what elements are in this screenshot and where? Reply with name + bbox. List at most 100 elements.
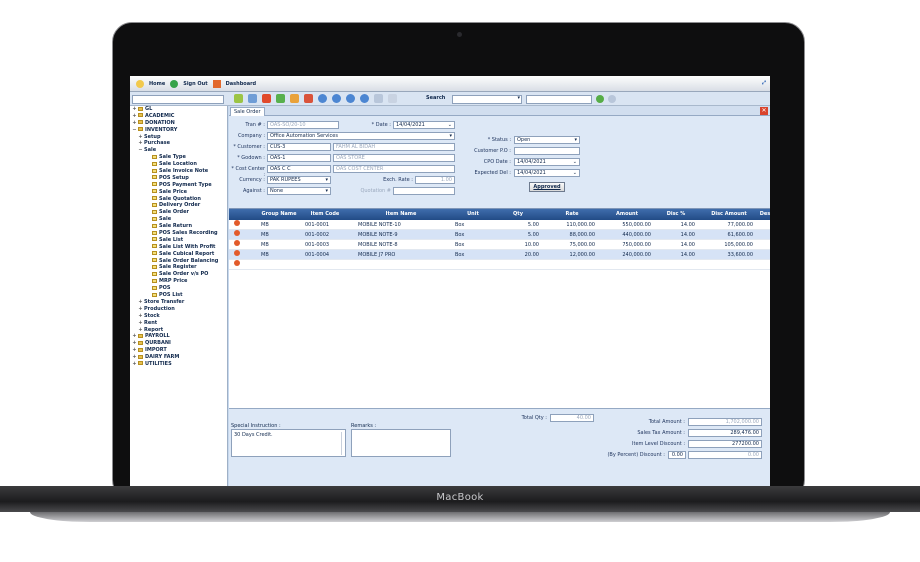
- sidebar-item[interactable]: POS: [130, 285, 227, 292]
- date-field[interactable]: 14/04/2021 ⌄: [393, 121, 455, 129]
- table-row[interactable]: MB 001-0001 MOBILE NOTE-10 Box 5.00 110,000.0…: [229, 220, 770, 230]
- sign-out-link[interactable]: Sign Out: [183, 81, 207, 87]
- dashboard-link[interactable]: Dashboard: [226, 81, 257, 87]
- column-header[interactable]: Disc Amount: [705, 209, 753, 220]
- currency-select[interactable]: PAK RUPEES ▾: [267, 176, 331, 184]
- table-cell[interactable]: 14.00: [657, 250, 695, 260]
- table-cell[interactable]: MB: [259, 220, 299, 230]
- table-cell[interactable]: MB: [259, 230, 299, 240]
- table-cell[interactable]: 001-0001: [303, 220, 347, 230]
- table-cell[interactable]: 110,000.00: [549, 220, 595, 230]
- sidebar-item[interactable]: + UTILITIES: [130, 361, 227, 368]
- table-cell[interactable]: MOBILE NOTE-10: [356, 220, 446, 230]
- table-cell[interactable]: MOBILE NOTE-8: [356, 240, 446, 250]
- textarea-scrollbar[interactable]: [341, 432, 344, 456]
- against-select[interactable]: None ▾: [267, 187, 331, 195]
- table-cell[interactable]: MB: [259, 250, 299, 260]
- column-header[interactable]: Des: [755, 209, 770, 220]
- table-row[interactable]: MB 001-0004 MOBILE J7 PRO Box 20.00 12,000.00…: [229, 250, 770, 260]
- expand-toggle-icon[interactable]: +: [132, 354, 137, 361]
- company-select[interactable]: Office Automation Services ▾: [267, 132, 455, 140]
- table-cell[interactable]: 001-0003: [303, 240, 347, 250]
- table-cell[interactable]: Box: [453, 240, 493, 250]
- special-instruction-field[interactable]: 30 Days Credit.: [231, 429, 346, 457]
- table-cell[interactable]: 550,000.00: [603, 220, 651, 230]
- sidebar-item[interactable]: + DONATION: [130, 120, 227, 127]
- expand-toggle-icon[interactable]: −: [138, 147, 143, 154]
- column-header[interactable]: Item Code: [303, 209, 347, 220]
- home-icon[interactable]: [136, 79, 144, 88]
- table-cell[interactable]: 14.00: [657, 240, 695, 250]
- table-cell[interactable]: 5.00: [497, 230, 539, 240]
- column-header[interactable]: Item Name: [356, 209, 446, 220]
- sidebar-item[interactable]: +Production: [130, 306, 227, 313]
- close-icon[interactable]: ✕: [760, 107, 768, 115]
- print-icon[interactable]: [248, 94, 257, 103]
- column-header[interactable]: Rate: [549, 209, 595, 220]
- sidebar-item[interactable]: +Report: [130, 327, 227, 334]
- expand-toggle-icon[interactable]: +: [138, 140, 143, 147]
- table-cell[interactable]: MB: [259, 240, 299, 250]
- table-cell[interactable]: 105,000.00: [705, 240, 753, 250]
- table-cell[interactable]: 5.00: [497, 220, 539, 230]
- expand-toggle-icon[interactable]: +: [132, 120, 137, 127]
- sidebar-item[interactable]: Sale Order v/s PO: [130, 271, 227, 278]
- godown-code-field[interactable]: OAS-1: [267, 154, 331, 162]
- sidebar-item[interactable]: Delivery Order: [130, 202, 227, 209]
- sidebar-item[interactable]: +Setup: [130, 134, 227, 141]
- table-cell[interactable]: 240,000.00: [603, 250, 651, 260]
- sidebar-item[interactable]: MRP Price: [130, 278, 227, 285]
- tab-sale-order[interactable]: Sale Order: [230, 107, 265, 116]
- delete-row-icon[interactable]: [234, 260, 240, 266]
- sidebar-item[interactable]: Sale Cubical Report: [130, 251, 227, 258]
- expand-toggle-icon[interactable]: +: [138, 327, 143, 334]
- sidebar-item[interactable]: POS Payment Type: [130, 182, 227, 189]
- stop-icon[interactable]: [304, 94, 313, 103]
- column-header[interactable]: Disc %: [657, 209, 695, 220]
- sign-out-icon[interactable]: [170, 79, 179, 88]
- expand-toggle-icon[interactable]: +: [132, 361, 137, 368]
- sidebar-item[interactable]: − INVENTORY: [130, 127, 227, 134]
- expand-toggle-icon[interactable]: +: [132, 106, 137, 113]
- sidebar-item[interactable]: +Store Transfer: [130, 299, 227, 306]
- sidebar-item[interactable]: Sale Return: [130, 223, 227, 230]
- table-cell[interactable]: Box: [453, 230, 493, 240]
- first-record-icon[interactable]: [318, 94, 327, 103]
- delete-row-icon[interactable]: [234, 250, 240, 256]
- customer-code-field[interactable]: CUS-3: [267, 143, 331, 151]
- exch-rate-field[interactable]: 1.00: [415, 176, 455, 184]
- expand-toggle-icon[interactable]: +: [132, 113, 137, 120]
- expand-toggle-icon[interactable]: +: [138, 320, 143, 327]
- sidebar-item[interactable]: + IMPORT: [130, 347, 227, 354]
- sidebar-item[interactable]: +Rent: [130, 320, 227, 327]
- table-cell[interactable]: 75,000.00: [549, 240, 595, 250]
- sidebar-item[interactable]: Sale Order: [130, 209, 227, 216]
- sidebar-item[interactable]: Sale Register: [130, 264, 227, 271]
- table-cell[interactable]: MOBILE NOTE-9: [356, 230, 446, 240]
- customer-po-field[interactable]: [514, 147, 580, 155]
- table-row[interactable]: MB 001-0003 MOBILE NOTE-8 Box 10.00 75,000.00…: [229, 240, 770, 250]
- table-cell[interactable]: 88,000.00: [549, 230, 595, 240]
- table-cell[interactable]: 10.00: [497, 240, 539, 250]
- expected-del-field[interactable]: 14/04/2021 ⌄: [514, 169, 580, 177]
- expand-toggle-icon[interactable]: +: [138, 313, 143, 320]
- home-link[interactable]: Home: [149, 81, 165, 87]
- search-input[interactable]: [526, 95, 592, 104]
- search-clear-icon[interactable]: [608, 95, 616, 103]
- by-percent-pct-field[interactable]: 0.00: [668, 451, 686, 459]
- search-go-icon[interactable]: [596, 95, 604, 103]
- expand-icon[interactable]: ⤢: [762, 80, 766, 86]
- expand-toggle-icon[interactable]: +: [138, 299, 143, 306]
- delete-icon[interactable]: [262, 94, 271, 103]
- table-cell[interactable]: Box: [453, 220, 493, 230]
- table-cell[interactable]: 61,600.00: [705, 230, 753, 240]
- search-field-select[interactable]: ▾: [452, 95, 522, 104]
- status-select[interactable]: Open ▾: [514, 136, 580, 144]
- sidebar-item[interactable]: + ACADEMIC: [130, 113, 227, 120]
- column-header[interactable]: Qty: [497, 209, 539, 220]
- table-cell[interactable]: 14.00: [657, 230, 695, 240]
- delete-row-icon[interactable]: [234, 230, 240, 236]
- delete-row-icon[interactable]: [234, 240, 240, 246]
- refresh-icon[interactable]: [276, 94, 285, 103]
- expand-toggle-icon[interactable]: +: [132, 347, 137, 354]
